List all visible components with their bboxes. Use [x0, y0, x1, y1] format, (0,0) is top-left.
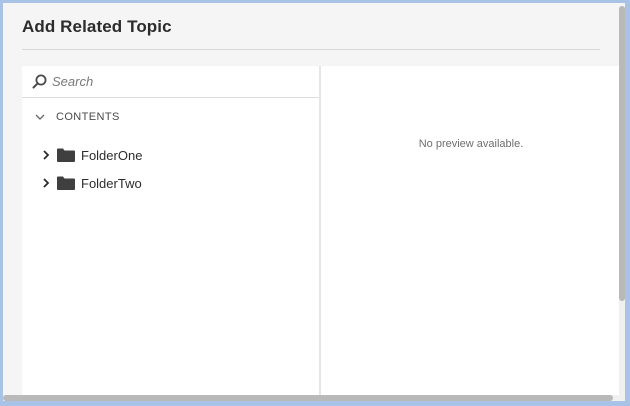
tree-item-label: FolderOne	[81, 147, 143, 163]
chevron-right-icon[interactable]	[41, 177, 51, 189]
vertical-scrollbar-thumb[interactable]	[619, 6, 625, 301]
search-box	[22, 66, 319, 98]
folder-icon	[57, 176, 75, 190]
folder-icon	[57, 148, 75, 162]
search-input[interactable]	[52, 70, 307, 92]
add-related-topic-dialog: Add Related Topic CONTENTS FolderOne	[3, 3, 625, 401]
preview-panel: No preview available.	[321, 66, 621, 401]
tree-item-label: FolderTwo	[81, 175, 142, 191]
horizontal-scrollbar-thumb[interactable]	[3, 395, 613, 401]
contents-section-toggle[interactable]: CONTENTS	[34, 109, 120, 125]
tree-item-foldertwo[interactable]: FolderTwo	[41, 173, 142, 193]
chevron-down-icon	[35, 114, 45, 120]
vertical-scrollbar[interactable]	[619, 6, 625, 401]
search-icon	[32, 74, 47, 89]
browse-panel: CONTENTS FolderOne FolderTwo	[22, 66, 321, 401]
tree-item-folderone[interactable]: FolderOne	[41, 145, 142, 165]
contents-header-label: CONTENTS	[56, 111, 120, 123]
dialog-title: Add Related Topic	[22, 17, 172, 36]
chevron-right-icon[interactable]	[41, 149, 51, 161]
no-preview-message: No preview available.	[418, 138, 524, 150]
title-divider	[22, 49, 600, 50]
horizontal-scrollbar[interactable]	[3, 395, 625, 401]
